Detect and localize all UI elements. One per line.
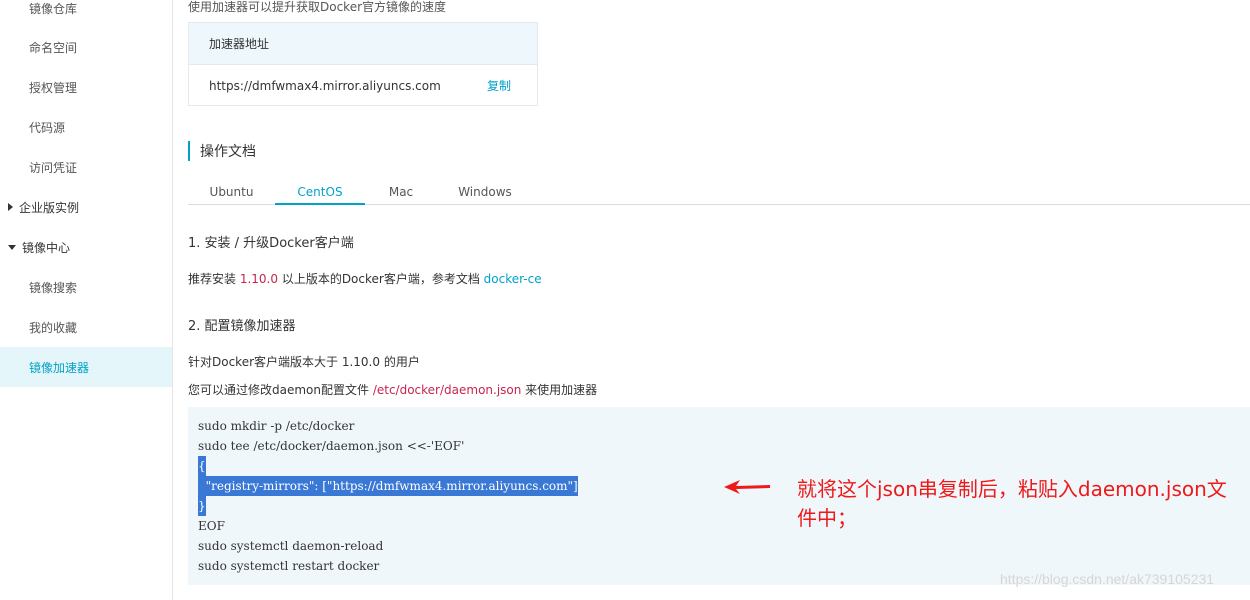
recommended-version: 1.10.0 xyxy=(239,272,278,286)
sidebar-item-label: 访问凭证 xyxy=(29,160,78,175)
code-line-selected: } xyxy=(198,496,206,516)
arrow-left-icon xyxy=(724,480,770,494)
copy-link[interactable]: 复制 xyxy=(487,77,511,94)
sidebar-item-image-repo[interactable]: 镜像仓库 xyxy=(0,0,172,28)
step2-line2-b: 来使用加速器 xyxy=(521,383,598,397)
code-line: EOF xyxy=(198,519,225,533)
accelerator-box: 加速器地址 https://dmfwmax4.mirror.aliyuncs.c… xyxy=(188,22,538,106)
sidebar-item-label: 代码源 xyxy=(29,120,66,135)
sidebar-item-label: 镜像仓库 xyxy=(29,1,78,16)
sidebar-item-label: 镜像搜索 xyxy=(29,280,78,295)
annotation-line: 就将这个json串复制后，粘贴入daemon.json文 xyxy=(797,477,1227,501)
sidebar-group-image-center[interactable]: 镜像中心 xyxy=(0,227,172,267)
sidebar-item-label: 授权管理 xyxy=(29,80,78,95)
tab-centos[interactable]: CentOS xyxy=(275,180,365,205)
step1-title: 1. 安装 / 升级Docker客户端 xyxy=(188,236,354,251)
sidebar-item-authorization[interactable]: 授权管理 xyxy=(0,67,172,107)
step2-title: 2. 配置镜像加速器 xyxy=(188,319,296,334)
daemon-path: /etc/docker/daemon.json xyxy=(372,383,522,397)
code-line-selected: { xyxy=(198,456,206,476)
sidebar-item-label: 企业版实例 xyxy=(19,200,80,215)
sidebar: 镜像仓库 命名空间 授权管理 代码源 访问凭证 企业版实例 镜像中心 镜像搜索 … xyxy=(0,0,173,600)
sidebar-item-label: 镜像中心 xyxy=(22,240,71,255)
sidebar-item-label: 我的收藏 xyxy=(29,320,78,335)
sidebar-item-image-accelerator[interactable]: 镜像加速器 xyxy=(0,347,172,387)
code-line-selected: "registry-mirrors": ["https://dmfwmax4.m… xyxy=(198,476,578,496)
watermark: https://blog.csdn.net/ak739105231 xyxy=(1000,571,1215,587)
code-line: sudo mkdir -p /etc/docker xyxy=(198,419,355,433)
accelerator-row: https://dmfwmax4.mirror.aliyuncs.com 复制 xyxy=(189,65,537,106)
caret-down-icon xyxy=(8,244,16,250)
tab-windows[interactable]: Windows xyxy=(437,180,533,205)
accelerator-header: 加速器地址 xyxy=(189,23,537,65)
code-line: sudo tee /etc/docker/daemon.json <<-'EOF… xyxy=(198,439,465,453)
step1-text-a: 推荐安装 xyxy=(188,272,240,286)
intro-text: 使用加速器可以提升获取Docker官方镜像的速度 xyxy=(188,0,447,14)
sidebar-item-label: 命名空间 xyxy=(29,40,78,55)
tab-ubuntu[interactable]: Ubuntu xyxy=(188,180,275,205)
sidebar-item-favorites[interactable]: 我的收藏 xyxy=(0,307,172,347)
sidebar-item-image-search[interactable]: 镜像搜索 xyxy=(0,267,172,307)
step2-line2: 您可以通过修改daemon配置文件 /etc/docker/daemon.jso… xyxy=(188,381,597,398)
docker-ce-link[interactable]: docker-ce xyxy=(484,272,542,286)
code-line: sudo systemctl daemon-reload xyxy=(198,539,384,553)
step2-line2-a: 您可以通过修改daemon配置文件 xyxy=(188,383,373,397)
caret-right-icon xyxy=(8,203,13,211)
accelerator-url: https://dmfwmax4.mirror.aliyuncs.com xyxy=(209,78,441,93)
os-tabs: Ubuntu CentOS Mac Windows xyxy=(188,180,1250,205)
code-line: sudo systemctl restart docker xyxy=(198,559,380,573)
sidebar-item-namespace[interactable]: 命名空间 xyxy=(0,27,172,67)
sidebar-item-access-credential[interactable]: 访问凭证 xyxy=(0,147,172,187)
tab-mac[interactable]: Mac xyxy=(365,180,437,205)
step2-line1: 针对Docker客户端版本大于 1.10.0 的用户 xyxy=(188,355,420,369)
annotation-line: 件中； xyxy=(797,506,857,530)
sidebar-item-code-source[interactable]: 代码源 xyxy=(0,107,172,147)
sidebar-item-label: 镜像加速器 xyxy=(29,360,90,375)
step1-text: 推荐安装 1.10.0 以上版本的Docker客户端，参考文档 docker-c… xyxy=(188,270,542,287)
step1-text-b: 以上版本的Docker客户端，参考文档 xyxy=(278,272,484,286)
section-title: 操作文档 xyxy=(188,141,256,161)
annotation-note: 就将这个json串复制后，粘贴入daemon.json文 件中； xyxy=(797,475,1247,533)
sidebar-group-enterprise[interactable]: 企业版实例 xyxy=(0,187,172,227)
